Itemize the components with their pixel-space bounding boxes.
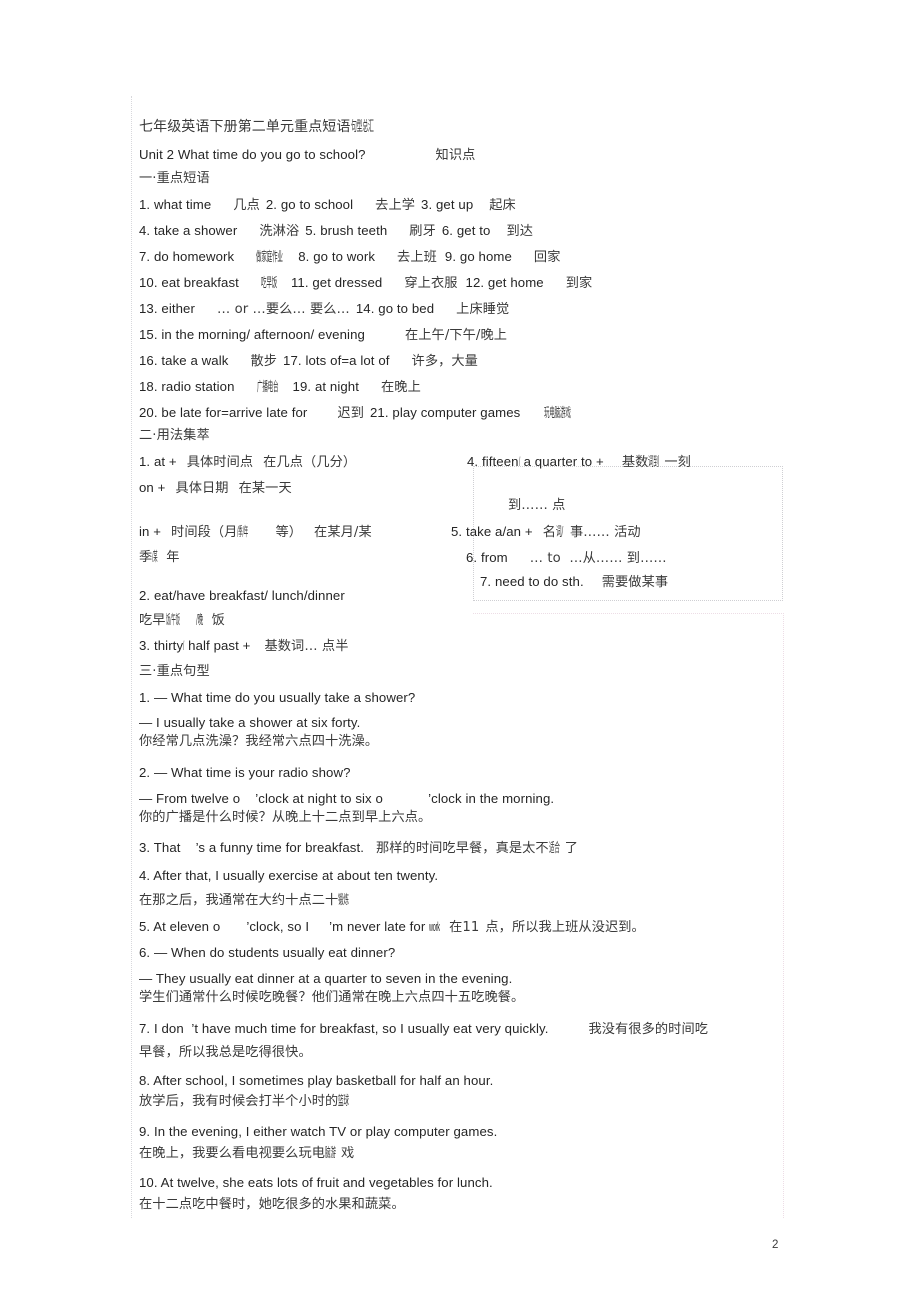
sentence-7-translation: 早餐，所以我总是吃得很快。 [139,1045,312,1060]
sentence-2-translation: 你的广播是什么时候？从晚上十二点到早上六点。 [139,810,432,825]
usage-item-2a: 2. eat/have breakfast/ lunch/dinner [139,588,345,603]
sentence-2-question: 2. — What time is your radio show? [139,765,351,780]
page-number: 2 [772,1239,779,1251]
phrase-row-5: 13. either… or …要么… 要么… 14. go to bed 上床睡觉 [139,301,510,317]
section1-heading: 一·重点短语 [139,171,210,186]
section3-heading: 三·重点句型 [139,664,210,679]
sentence-9: 9. In the evening, I either watch TV or … [139,1124,498,1139]
usage-box-item-4b: 到…… 点 [508,498,566,513]
phrase-row-6: 15. in the morning/ afternoon/ evening 在上… [139,327,508,343]
phrase-row-7: 16. take a walk 散步 17. lots of=a lot of 许多，… [139,353,478,369]
unit-heading-note: 知识点 [435,148,476,163]
usage-item-1b: on + 具体日期 在某一天 [139,480,292,496]
sentence-6-question: 6. — When do students usually eat dinner… [139,945,396,960]
phrase-row-3: 7. do homework 做家庭作业 8. go to work 去上班 9. go… [139,249,561,265]
sentence-4-translation: 在那之后，我通常在大约十点二十锻炼 [139,893,349,908]
sentence-10: 10. At twelve, she eats lots of fruit an… [139,1175,493,1190]
sentence-10-translation: 在十二点吃中餐时，她吃很多的水果和蔬菜。 [139,1197,405,1212]
phrase-row-8: 18. radio station 广播电台 19. at night 在晚上 [139,379,421,395]
document-title-main: 七年级英语下册第二单元重点短语 [139,119,351,135]
sentence-2-answer: — From twelve o ’clock at night to six o… [139,791,555,806]
sentence-7: 7. I don ’t have much time for breakfast… [139,1021,709,1037]
sentence-4: 4. After that, I usually exercise at abo… [139,868,439,883]
sentence-1-question: 1. — What time do you usually take a sho… [139,690,416,705]
usage-item-3: 3. thirty/half past + 基数词… 点半 [139,638,349,654]
usage-box-item-4: 4. fifteen/a quarter to + 基数词到 一刻 [467,454,691,470]
section2-heading: 二·用法集萃 [139,428,210,443]
phrase-row-1: 1. what time 几点 2. go to school 去上学 3. get u… [139,197,516,213]
unit-heading: Unit 2 What time do you go to school? 知识点 [139,147,476,163]
sentence-3: 3. That ’s a funny time for breakfast. 那样… [139,840,579,856]
sentence-9-translation: 在晚上，我要么看电视要么玩电脑游戏 [139,1146,355,1161]
document-title-squeezed: 句型总汇 [350,119,374,135]
document-title: 七年级英语下册第二单元重点短语句型总汇 [139,119,405,135]
document-body: 七年级英语下册第二单元重点短语句型总汇 Unit 2 What time do … [0,0,920,1303]
sentence-8: 8. After school, I sometimes play basket… [139,1073,494,1088]
usage-box-item-7: 7. need to do sth. 需要做某事 [480,574,669,590]
usage-item-1c: in + 时间段（月/季/年 等） 在某月/某 [139,524,372,540]
phrase-row-9: 20. be late for=arrive late for 迟到 21. pla… [139,405,572,421]
phrase-row-4: 10. eat breakfast 吃早饭 11. get dressed 穿上衣服 1… [139,275,593,291]
sentence-6-translation: 学生们通常什么时候吃晚餐？他们通常在晚上六点四十五吃晚餐。 [139,990,525,1005]
usage-item-2b: 吃早饭/午饭/晚饭 [139,613,225,628]
phrase-row-2: 4. take a shower 洗淋浴 5. brush teeth 刷牙 6. ge… [139,223,534,239]
sentence-5: 5. At eleven o’clock, so I’m never late … [139,919,645,935]
sentence-1-translation: 你经常几点洗澡？我经常六点四十洗澡。 [139,734,379,749]
usage-item-1d: 季/某年 [139,550,180,565]
usage-box-item-6: 6. from… to …从…… 到…… [466,550,667,566]
usage-box-item-5: 5. take a/an + 名词/事…… 活动 [451,524,641,540]
sentence-8-translation: 放学后，我有时候会打半个小时的篮球 [139,1094,349,1109]
usage-item-1a: 1. at + 具体时间点 在几点（几分） [139,454,357,470]
sentence-1-answer: — I usually take a shower at six forty. [139,715,361,730]
sentence-6-answer: — They usually eat dinner at a quarter t… [139,971,513,986]
